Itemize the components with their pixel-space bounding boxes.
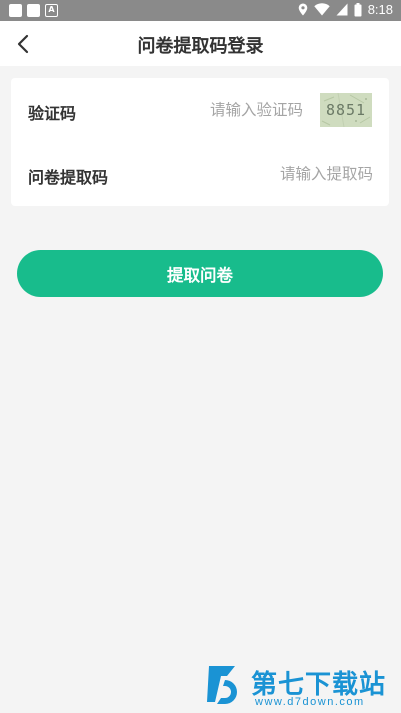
status-time: 8:18 — [367, 2, 393, 17]
status-left-icons: A — [9, 4, 58, 17]
wifi-icon — [313, 3, 330, 16]
extraction-code-input[interactable] — [151, 161, 373, 187]
battery-icon — [354, 2, 362, 16]
status-right-icons: 8:18 — [298, 2, 393, 17]
notification-square-icon — [9, 4, 22, 17]
watermark: 第七下载站 www.d7down.com — [205, 662, 397, 712]
status-bar: A 8:18 — [0, 0, 401, 21]
captcha-label: 验证码 — [28, 104, 77, 123]
watermark-url: www.d7down.com — [255, 696, 365, 708]
a-badge-icon: A — [45, 4, 58, 17]
extract-survey-button[interactable]: 提取问卷 — [17, 250, 383, 297]
notification-square-icon — [27, 4, 40, 17]
extraction-code-label: 问卷提取码 — [28, 168, 109, 187]
page-title: 问卷提取码登录 — [137, 36, 264, 57]
signal-icon — [336, 3, 348, 16]
captcha-input[interactable] — [151, 97, 303, 123]
captcha-image[interactable]: 8851 — [320, 93, 372, 127]
extraction-code-row: 问卷提取码 — [11, 142, 389, 206]
location-icon — [298, 3, 307, 16]
captcha-text: 8851 — [325, 101, 367, 119]
captcha-row: 验证码 8851 — [11, 78, 389, 142]
nav-bar: 问卷提取码登录 — [0, 21, 401, 66]
login-form-card: 验证码 8851 问卷提取码 — [11, 78, 389, 206]
d7-logo-icon — [207, 666, 237, 704]
